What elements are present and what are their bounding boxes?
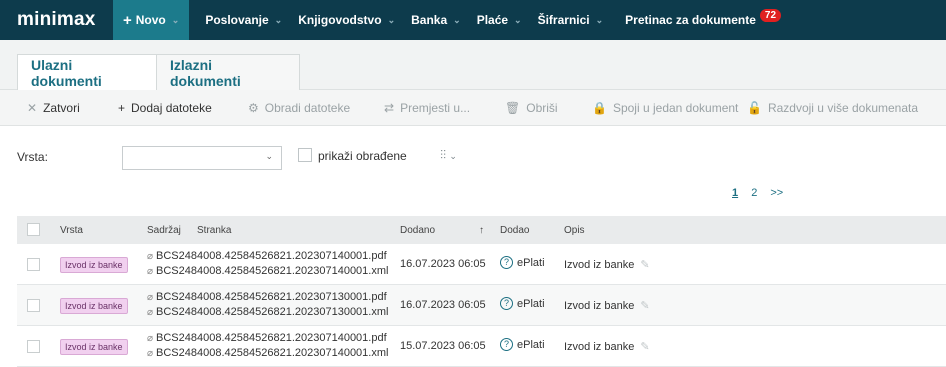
chevron-down-icon: ⌄ <box>171 14 180 25</box>
show-processed-label[interactable]: prikaži obrađene <box>318 149 407 163</box>
edit-pencil-icon[interactable]: ✎ <box>640 341 649 353</box>
tab-izlazni-dokumenti[interactable]: Izlazni dokumenti <box>157 54 300 91</box>
chevron-down-icon: ⌄ <box>449 151 457 161</box>
nav-item-knjigovodstvo[interactable]: Knjigovodstvo ⌄ <box>290 0 403 40</box>
add-files-button[interactable]: + Dodaj datoteke <box>118 90 212 126</box>
header-dodano[interactable]: Dodano <box>400 225 435 236</box>
inbox-count-badge: 72 <box>759 8 782 22</box>
table-row[interactable]: Izvod iz banke ⌀ BCS2484008.42584526821.2… <box>17 285 946 326</box>
table-header: Vrsta Sadržaj Stranka Dodano ↑ Dodao Opi… <box>17 216 946 244</box>
paperclip-icon: ⌀ <box>147 292 154 303</box>
toolbar: ✕ Zatvori + Dodaj datoteke ⚙ Obradi dato… <box>0 90 946 126</box>
type-filter-label: Vrsta: <box>17 150 48 164</box>
file-link[interactable]: ⌀ BCS2484008.42584526821.202307130001.pdf <box>147 290 388 305</box>
brand-logo[interactable]: minimax <box>0 9 113 31</box>
file-list: ⌀ BCS2484008.42584526821.202307140001.pdf… <box>147 249 388 279</box>
chevron-down-icon: ⌄ <box>274 14 283 25</box>
new-button-label: Novo <box>135 13 166 27</box>
process-icon: ⚙ <box>248 101 259 115</box>
move-button[interactable]: ⇄ Premjesti u... <box>384 90 470 126</box>
question-circle-icon: ? <box>500 256 513 269</box>
tabs-bar: Ulazni dokumenti Izlazni dokumenti <box>0 40 946 91</box>
next-pages-link[interactable]: >> <box>770 187 783 199</box>
type-tag: Izvod iz banke <box>60 339 128 355</box>
added-date: 16.07.2023 06:05 <box>400 299 486 311</box>
row-checkbox[interactable] <box>27 340 40 353</box>
lock-icon: 🔒 <box>592 101 607 115</box>
file-list: ⌀ BCS2484008.42584526821.202307130001.pdf… <box>147 290 388 320</box>
type-select[interactable]: ⌄ <box>122 146 282 170</box>
row-checkbox[interactable] <box>27 299 40 312</box>
nav-item-inbox[interactable]: Pretinac za dokumente 72 <box>617 0 789 40</box>
added-by: ? ePlati <box>500 297 545 310</box>
file-list: ⌀ BCS2484008.42584526821.202307140001.pdf… <box>147 331 388 361</box>
type-tag: Izvod iz banke <box>60 298 128 314</box>
trash-icon: 🗑 <box>505 101 521 115</box>
paperclip-icon: ⌀ <box>147 266 154 277</box>
edit-pencil-icon[interactable]: ✎ <box>640 259 649 271</box>
close-button[interactable]: ✕ Zatvori <box>27 90 80 126</box>
page-1-link[interactable]: 1 <box>732 187 738 199</box>
top-navigation: minimax + Novo ⌄ Poslovanje ⌄ Knjigovodst… <box>0 0 946 40</box>
file-link[interactable]: ⌀ BCS2484008.42584526821.202307140001.pdf <box>147 249 388 264</box>
show-processed-checkbox[interactable] <box>298 148 312 162</box>
file-link[interactable]: ⌀ BCS2484008.42584526821.202307130001.xml <box>147 305 388 320</box>
process-files-button[interactable]: ⚙ Obradi datoteke <box>248 90 350 126</box>
chevron-down-icon: ⌄ <box>595 14 604 25</box>
unlock-icon: 🔓 <box>747 101 762 115</box>
added-date: 15.07.2023 06:05 <box>400 340 486 352</box>
added-by: ? ePlati <box>500 338 545 351</box>
description: Izvod iz banke ✎ <box>564 341 650 353</box>
sliders-icon: ⫶⫶ <box>440 148 447 162</box>
file-link[interactable]: ⌀ BCS2484008.42584526821.202307140001.pdf <box>147 331 388 346</box>
page-2-link[interactable]: 2 <box>751 187 757 199</box>
plus-icon: + <box>118 101 126 115</box>
description: Izvod iz banke ✎ <box>564 259 650 271</box>
header-vrsta[interactable]: Vrsta <box>60 225 83 236</box>
table-row[interactable]: Izvod iz banke ⌀ BCS2484008.42584526821.2… <box>17 326 946 367</box>
paperclip-icon: ⌀ <box>147 333 154 344</box>
paperclip-icon: ⌀ <box>147 307 154 318</box>
chevron-down-icon: ⌄ <box>265 151 273 161</box>
header-opis[interactable]: Opis <box>564 225 585 236</box>
nav-item-place[interactable]: Plaće ⌄ <box>469 0 530 40</box>
column-settings-button[interactable]: ⫶⫶ ⌄ <box>440 148 457 163</box>
sort-up-icon: ↑ <box>479 225 484 236</box>
paperclip-icon: ⌀ <box>147 251 154 262</box>
select-all-checkbox[interactable] <box>27 223 40 236</box>
plus-icon: + <box>123 11 132 29</box>
header-stranka[interactable]: Stranka <box>197 225 231 236</box>
table-row[interactable]: Izvod iz banke ⌀ BCS2484008.42584526821.2… <box>17 244 946 285</box>
added-by: ? ePlati <box>500 256 545 269</box>
nav-item-sifrarnici[interactable]: Šifrarnici ⌄ <box>530 0 612 40</box>
type-tag: Izvod iz banke <box>60 257 128 273</box>
file-link[interactable]: ⌀ BCS2484008.42584526821.202307140001.xml <box>147 264 388 279</box>
question-circle-icon: ? <box>500 338 513 351</box>
close-icon: ✕ <box>27 101 38 115</box>
paperclip-icon: ⌀ <box>147 348 154 359</box>
header-dodao[interactable]: Dodao <box>500 225 529 236</box>
added-date: 16.07.2023 06:05 <box>400 258 486 270</box>
merge-button[interactable]: 🔒 Spoji u jedan dokument <box>592 90 738 126</box>
chevron-down-icon: ⌄ <box>514 14 522 25</box>
tab-ulazni-dokumenti[interactable]: Ulazni dokumenti <box>17 54 157 91</box>
delete-button[interactable]: 🗑 Obriši <box>505 90 558 126</box>
description: Izvod iz banke ✎ <box>564 300 650 312</box>
question-circle-icon: ? <box>500 297 513 310</box>
row-checkbox[interactable] <box>27 258 40 271</box>
file-link[interactable]: ⌀ BCS2484008.42584526821.202307140001.xml <box>147 346 388 361</box>
new-button[interactable]: + Novo ⌄ <box>113 0 190 40</box>
nav-item-poslovanje[interactable]: Poslovanje ⌄ <box>197 0 290 40</box>
chevron-down-icon: ⌄ <box>387 14 396 25</box>
split-button[interactable]: 🔓 Razdvoji u više dokumenata <box>747 90 918 126</box>
nav-item-banka[interactable]: Banka ⌄ <box>403 0 469 40</box>
chevron-down-icon: ⌄ <box>453 14 461 25</box>
edit-pencil-icon[interactable]: ✎ <box>640 300 649 312</box>
pagination: 1 2 >> <box>732 187 793 199</box>
header-sadrzaj[interactable]: Sadržaj <box>147 225 181 236</box>
move-icon: ⇄ <box>384 101 395 115</box>
